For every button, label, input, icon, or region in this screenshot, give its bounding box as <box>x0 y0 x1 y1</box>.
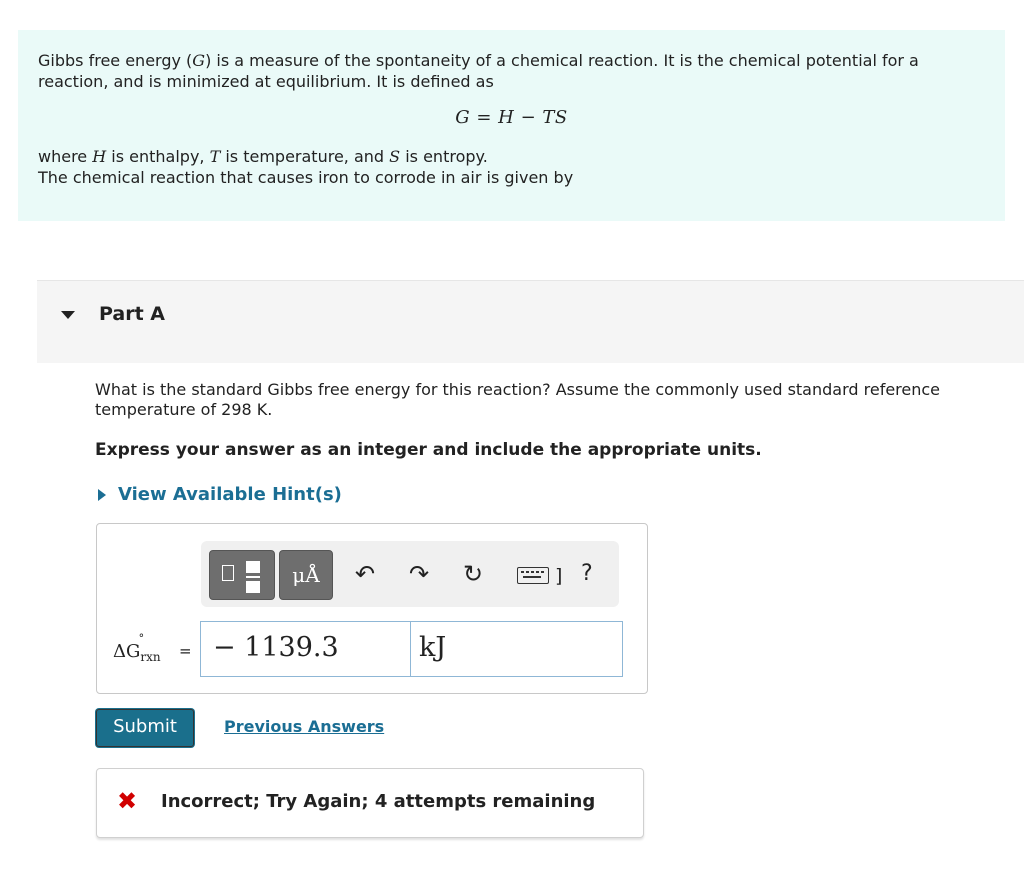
question-text: What is the standard Gibbs free energy f… <box>95 380 941 419</box>
value-input[interactable]: − 1139.3 <box>200 621 411 677</box>
feedback-text: Incorrect; Try Again; 4 attempts remaini… <box>161 791 596 812</box>
box-icon <box>222 565 234 581</box>
feedback-box: ✖ Incorrect; Try Again; 4 attempts remai… <box>96 768 644 838</box>
hint-label: View Available Hint(s) <box>118 484 342 505</box>
reset-icon[interactable]: ↻ <box>463 561 483 587</box>
keyboard-icon[interactable] <box>517 567 549 584</box>
bracket-icon[interactable]: ] <box>555 563 562 589</box>
help-icon[interactable]: ? <box>581 561 593 587</box>
expand-triangle-icon <box>98 488 106 501</box>
undo-icon[interactable]: ↶ <box>355 561 375 587</box>
variable-definitions: where H is enthalpy, T is temperature, a… <box>38 147 488 166</box>
fraction-denominator-icon <box>246 581 260 593</box>
part-a-header[interactable]: Part A <box>37 280 1024 363</box>
fraction-bar-icon <box>246 576 260 578</box>
value-text: − 1139.3 <box>213 632 339 663</box>
units-button[interactable]: μÅ <box>279 550 333 600</box>
unit-input[interactable]: kJ <box>410 621 623 677</box>
intro-panel: Gibbs free energy (G) is a measure of th… <box>18 30 1005 221</box>
templates-button[interactable] <box>209 550 275 600</box>
fraction-numerator-icon <box>246 561 260 573</box>
answer-instruction: Express your answer as an integer and in… <box>95 440 762 460</box>
answer-label: ΔGrxn° <box>113 632 161 664</box>
submit-button[interactable]: Submit <box>96 709 194 747</box>
math-toolbar: μÅ ↶ ↷ ↻ ] ? <box>201 541 619 607</box>
previous-answers-link[interactable]: Previous Answers <box>224 717 384 736</box>
redo-icon[interactable]: ↷ <box>409 561 429 587</box>
answer-box: μÅ ↶ ↷ ↻ ] ? ΔGrxn° = − 1139.3 kJ <box>96 523 648 694</box>
view-hints-link[interactable]: View Available Hint(s) <box>95 484 342 505</box>
intro-paragraph: Gibbs free energy (G) is a measure of th… <box>38 51 919 91</box>
incorrect-x-icon: ✖ <box>117 787 138 815</box>
collapse-caret-icon[interactable] <box>61 311 75 319</box>
part-title: Part A <box>99 303 166 325</box>
equals-sign: = <box>179 642 192 660</box>
unit-text: kJ <box>419 632 447 663</box>
gibbs-formula: G = H − TS <box>455 107 568 128</box>
reaction-intro: The chemical reaction that causes iron t… <box>38 168 574 187</box>
